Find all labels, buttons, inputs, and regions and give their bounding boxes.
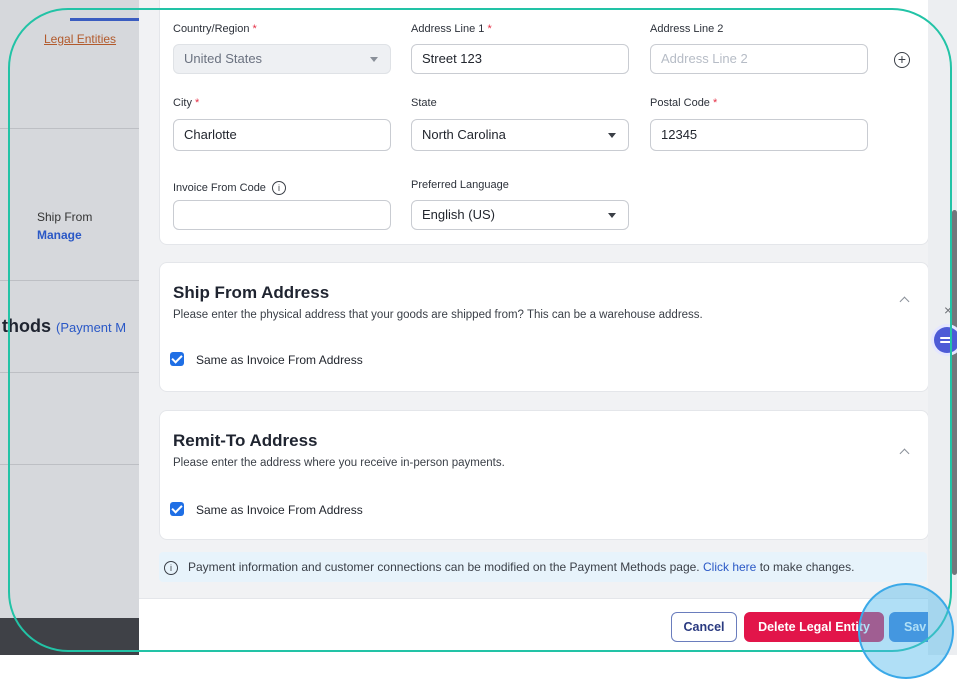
heading-link[interactable]: (Payment M	[56, 320, 126, 335]
heading-text: thods	[2, 316, 51, 336]
divider	[0, 464, 150, 465]
state-select[interactable]: North Carolina	[411, 119, 629, 151]
ship-from-same-checkbox[interactable]	[170, 352, 184, 366]
legal-entity-panel: Country/Region * United States Address L…	[139, 0, 928, 655]
ship-from-card: Ship From Address Please enter the physi…	[159, 262, 928, 392]
ship-from-same-label: Same as Invoice From Address	[196, 353, 363, 367]
manage-link[interactable]: Manage	[37, 228, 82, 242]
ship-from-title: Ship From Address	[173, 283, 330, 302]
invoice-code-label: Invoice From Code i	[173, 181, 286, 195]
city-field[interactable]: Charlotte	[173, 119, 391, 151]
background-footer	[0, 618, 150, 655]
save-button[interactable]: Sav	[889, 612, 928, 642]
remit-to-description: Please enter the address where you recei…	[173, 457, 505, 469]
click-here-link[interactable]: Click here	[703, 560, 756, 574]
chevron-down-icon	[608, 133, 616, 138]
state-value: North Carolina	[422, 127, 506, 142]
notice-text: Payment information and customer connect…	[188, 560, 855, 574]
chat-widget-icon[interactable]	[934, 327, 957, 353]
state-label: State	[411, 97, 437, 109]
language-label: Preferred Language	[411, 179, 509, 191]
payment-methods-heading: thods (Payment M	[2, 316, 126, 337]
close-icon[interactable]: ×	[944, 302, 952, 318]
scrollbar[interactable]	[952, 210, 957, 575]
address1-field[interactable]: Street 123	[411, 44, 629, 74]
cancel-button[interactable]: Cancel	[671, 612, 737, 642]
delete-legal-entity-button[interactable]: Delete Legal Entity	[744, 612, 884, 642]
postal-value: 12345	[661, 127, 698, 142]
remit-to-same-label: Same as Invoice From Address	[196, 503, 363, 517]
postal-label: Postal Code *	[650, 97, 718, 109]
address1-label: Address Line 1 *	[411, 23, 492, 35]
city-value: Charlotte	[184, 127, 237, 142]
invoice-code-field[interactable]	[173, 200, 391, 230]
ship-from-description: Please enter the physical address that y…	[173, 309, 703, 321]
chevron-down-icon	[608, 213, 616, 218]
add-address-line-icon[interactable]: +	[894, 52, 910, 68]
tab-legal-entities[interactable]: Legal Entities	[44, 32, 116, 46]
ship-from-label: Ship From	[37, 210, 93, 224]
info-icon: i	[164, 561, 178, 575]
action-footer: Cancel Delete Legal Entity Sav	[139, 598, 928, 655]
payment-info-notice: i Payment information and customer conne…	[159, 552, 927, 582]
divider	[0, 372, 150, 373]
address2-input[interactable]	[661, 45, 857, 72]
address1-value: Street 123	[422, 51, 482, 66]
info-icon[interactable]: i	[271, 181, 286, 195]
language-select[interactable]: English (US)	[411, 200, 629, 230]
invoice-address-card: Country/Region * United States Address L…	[159, 0, 928, 245]
country-value: United States	[184, 51, 263, 66]
collapse-chevron-icon[interactable]	[899, 296, 910, 307]
remit-to-card: Remit-To Address Please enter the addres…	[159, 410, 928, 540]
address2-field[interactable]	[650, 44, 868, 74]
tab-underline	[70, 18, 140, 21]
collapse-chevron-icon[interactable]	[899, 448, 910, 459]
city-label: City *	[173, 97, 200, 109]
postal-field[interactable]: 12345	[650, 119, 868, 151]
divider	[0, 128, 150, 129]
chevron-down-icon	[370, 57, 378, 62]
country-select[interactable]: United States	[173, 44, 391, 74]
language-value: English (US)	[422, 207, 495, 222]
country-label: Country/Region *	[173, 23, 257, 35]
remit-to-same-checkbox[interactable]	[170, 502, 184, 516]
remit-to-title: Remit-To Address	[173, 431, 318, 450]
address2-label: Address Line 2	[650, 23, 724, 35]
divider	[0, 280, 150, 281]
